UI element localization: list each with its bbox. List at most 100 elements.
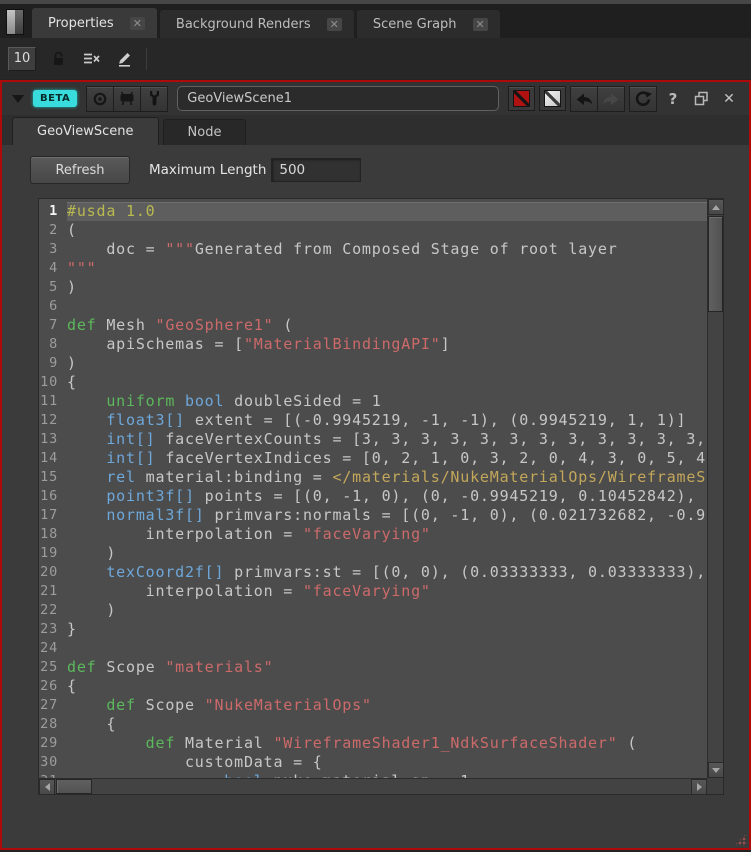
code-text: doc = """Generated from Composed Stage o… [67,240,707,259]
close-tab-icon[interactable]: ✕ [130,17,145,30]
center-node-button[interactable] [86,86,114,112]
controls-row: Refresh Maximum Length [30,156,361,184]
code-line: 7def Mesh "GeoSphere1" ( [39,316,707,335]
refresh-button[interactable]: Refresh [30,156,130,184]
horizontal-scrollbar[interactable] [39,778,707,794]
code-line: 1#usda 1.0 [39,202,707,221]
line-number: 15 [39,468,67,487]
close-all-panels-icon[interactable] [80,48,102,70]
max-length-input[interactable] [271,158,361,182]
code-text: uniform bool doubleSided = 1 [67,392,707,411]
node-name-input[interactable] [177,86,499,111]
line-number: 9 [39,354,67,373]
gl-color-swatch-button[interactable] [539,86,566,111]
code-text: point3f[] points = [(0, -1, 0), (0, -0.9… [67,487,707,506]
max-panels-input[interactable] [8,47,36,71]
max-length-label: Maximum Length [149,162,266,178]
scroll-left-button[interactable] [39,779,55,795]
scroll-up-button[interactable] [708,199,724,215]
scrollbar-corner [707,778,723,794]
scroll-down-button[interactable] [708,762,724,778]
code-line: 20 texCoord2f[] primvars:st = [(0, 0), (… [39,563,707,582]
code-text [67,639,707,658]
code-line: 24 [39,639,707,658]
tab-scene-graph[interactable]: Scene Graph ✕ [357,10,500,38]
code-text: int[] faceVertexIndices = [0, 2, 1, 0, 3… [67,449,707,468]
lock-icon[interactable] [47,48,69,70]
line-number: 24 [39,639,67,658]
code-line: 18 interpolation = "faceVarying" [39,525,707,544]
node-display-button[interactable] [113,86,141,112]
code-line: 30 customData = { [39,753,707,772]
code-text [67,297,707,316]
code-line: 29 def Material "WireframeShader1_NdkSur… [39,734,707,753]
undo-button[interactable] [570,86,598,112]
node-toolbar-right: ? ✕ [508,86,741,112]
code-text: interpolation = "faceVarying" [67,582,707,601]
float-panel-button[interactable] [689,87,713,111]
code-viewport[interactable]: 1#usda 1.02(3 doc = """Generated from Co… [39,199,707,778]
beta-badge: BETA [33,90,77,107]
redo-button[interactable] [597,86,625,112]
collapse-triangle-icon[interactable] [12,95,24,103]
undo-icon [574,92,594,106]
tab-node[interactable]: Node [163,119,247,145]
up-arrow-icon [712,205,720,210]
down-arrow-icon [712,768,720,773]
settings-wrench-button[interactable] [140,86,168,112]
line-number: 23 [39,620,67,639]
vertical-scrollbar[interactable] [707,199,723,778]
horizontal-scroll-thumb[interactable] [56,779,92,794]
line-number: 20 [39,563,67,582]
vertical-scroll-thumb[interactable] [708,216,723,312]
code-line: 16 point3f[] points = [(0, -1, 0), (0, -… [39,487,707,506]
line-number: 19 [39,544,67,563]
nuke-properties-window: Properties ✕ Background Renders ✕ Scene … [0,0,751,852]
code-line: 28 { [39,715,707,734]
line-number: 28 [39,715,67,734]
code-line: 5) [39,278,707,297]
edit-pencil-icon[interactable] [113,48,135,70]
code-line: 21 interpolation = "faceVarying" [39,582,707,601]
tab-geoviewscene[interactable]: GeoViewScene [12,117,159,145]
monitor-icon [118,91,136,106]
pane-tab-bar: Properties ✕ Background Renders ✕ Scene … [0,4,751,38]
line-number: 12 [39,411,67,430]
line-number: 16 [39,487,67,506]
pane-menu-icon[interactable] [6,9,24,35]
code-text: interpolation = "faceVarying" [67,525,707,544]
code-line: 13 int[] faceVertexCounts = [3, 3, 3, 3,… [39,430,707,449]
node-properties-panel: BETA [0,80,751,850]
line-number: 21 [39,582,67,601]
close-tab-icon[interactable]: ✕ [473,18,488,31]
line-number: 7 [39,316,67,335]
revert-button[interactable] [629,86,657,112]
node-color-swatch-button[interactable] [508,86,535,111]
line-number: 18 [39,525,67,544]
line-number: 3 [39,240,67,259]
code-line: 3 doc = """Generated from Composed Stage… [39,240,707,259]
code-text: """ [67,259,707,278]
code-text: ) [67,601,707,620]
line-number: 29 [39,734,67,753]
tab-properties[interactable]: Properties ✕ [32,8,157,38]
target-icon [92,91,108,107]
code-text: apiSchemas = ["MaterialBindingAPI"] [67,335,707,354]
tab-background-renders[interactable]: Background Renders ✕ [160,10,354,38]
undo-redo-group [570,86,625,112]
line-number: 17 [39,506,67,525]
scroll-right-button[interactable] [691,779,707,795]
close-panel-button[interactable]: ✕ [717,87,741,111]
close-tab-icon[interactable]: ✕ [327,18,342,31]
code-text: float3[] extent = [(-0.9945219, -1, -1),… [67,411,707,430]
code-text: ( [67,221,707,240]
line-number: 10 [39,373,67,392]
code-line: 27 def Scope "NukeMaterialOps" [39,696,707,715]
node-color-swatch-icon [513,90,530,107]
code-text: int[] faceVertexCounts = [3, 3, 3, 3, 3,… [67,430,707,449]
line-number: 27 [39,696,67,715]
help-button[interactable]: ? [661,87,685,111]
properties-controls-row [0,38,751,79]
gl-color-swatch-icon [544,90,561,107]
line-number: 11 [39,392,67,411]
